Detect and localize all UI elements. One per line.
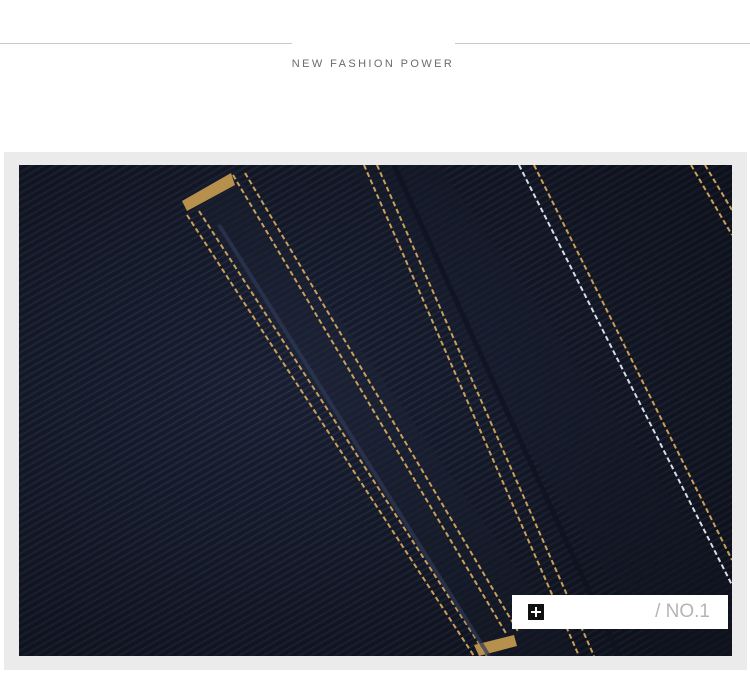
caption-label: / NO.1 [655, 601, 710, 622]
plus-icon[interactable] [528, 604, 544, 620]
tagline: NEW FASHION POWER [291, 58, 455, 70]
denim-illustration [19, 165, 732, 656]
header-divider-left [0, 43, 292, 44]
page: NEW FASHION POWER / NO.1 [0, 0, 750, 683]
caption-box: / NO.1 [512, 595, 728, 629]
header-divider-right [455, 43, 750, 44]
denim-photo [19, 165, 732, 656]
